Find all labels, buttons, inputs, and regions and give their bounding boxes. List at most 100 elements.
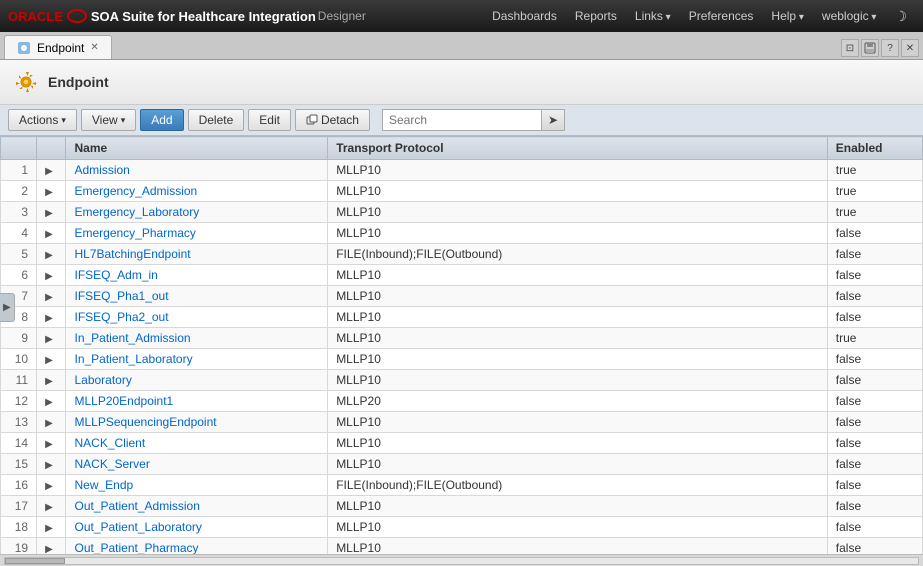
row-expand[interactable]: ▶	[37, 349, 66, 370]
row-expand[interactable]: ▶	[37, 391, 66, 412]
row-expand[interactable]: ▶	[37, 244, 66, 265]
row-name-link[interactable]: MLLP20Endpoint1	[74, 394, 173, 408]
row-name[interactable]: MLLP20Endpoint1	[66, 391, 328, 412]
row-expand[interactable]: ▶	[37, 475, 66, 496]
edit-button[interactable]: Edit	[248, 109, 291, 131]
row-name-link[interactable]: Emergency_Admission	[74, 184, 197, 198]
table-row[interactable]: 12▶MLLP20Endpoint1MLLP20false	[1, 391, 923, 412]
row-name-link[interactable]: Admission	[74, 163, 129, 177]
col-header-name[interactable]: Name	[66, 137, 328, 160]
row-name-link[interactable]: Out_Patient_Pharmacy	[74, 541, 198, 554]
row-expand[interactable]: ▶	[37, 202, 66, 223]
row-name-link[interactable]: NACK_Client	[74, 436, 145, 450]
row-name-link[interactable]: In_Patient_Laboratory	[74, 352, 192, 366]
row-name[interactable]: Emergency_Admission	[66, 181, 328, 202]
detach-button[interactable]: Detach	[295, 109, 370, 131]
table-row[interactable]: 19▶Out_Patient_PharmacyMLLP10false	[1, 538, 923, 555]
row-name[interactable]: New_Endp	[66, 475, 328, 496]
table-row[interactable]: 7▶IFSEQ_Pha1_outMLLP10false	[1, 286, 923, 307]
row-name[interactable]: Laboratory	[66, 370, 328, 391]
row-name[interactable]: NACK_Client	[66, 433, 328, 454]
row-name[interactable]: Emergency_Pharmacy	[66, 223, 328, 244]
row-name-link[interactable]: In_Patient_Admission	[74, 331, 190, 345]
nav-preferences[interactable]: Preferences	[681, 5, 762, 27]
row-name-link[interactable]: Emergency_Pharmacy	[74, 226, 195, 240]
row-expand[interactable]: ▶	[37, 370, 66, 391]
table-row[interactable]: 2▶Emergency_AdmissionMLLP10true	[1, 181, 923, 202]
row-name[interactable]: Out_Patient_Laboratory	[66, 517, 328, 538]
table-row[interactable]: 9▶In_Patient_AdmissionMLLP10true	[1, 328, 923, 349]
table-row[interactable]: 1▶AdmissionMLLP10true	[1, 160, 923, 181]
restore-btn[interactable]: ⊡	[841, 39, 859, 57]
table-row[interactable]: 16▶New_EndpFILE(Inbound);FILE(Outbound)f…	[1, 475, 923, 496]
nav-links[interactable]: Links	[627, 5, 679, 27]
row-name[interactable]: Emergency_Laboratory	[66, 202, 328, 223]
table-wrapper[interactable]: Name Transport Protocol Enabled 1▶Admiss…	[0, 136, 923, 554]
nav-reports[interactable]: Reports	[567, 5, 625, 27]
col-header-transport[interactable]: Transport Protocol	[328, 137, 828, 160]
row-name[interactable]: IFSEQ_Pha1_out	[66, 286, 328, 307]
table-row[interactable]: 5▶HL7BatchingEndpointFILE(Inbound);FILE(…	[1, 244, 923, 265]
row-name-link[interactable]: NACK_Server	[74, 457, 149, 471]
row-expand[interactable]: ▶	[37, 454, 66, 475]
table-row[interactable]: 13▶MLLPSequencingEndpointMLLP10false	[1, 412, 923, 433]
row-expand[interactable]: ▶	[37, 496, 66, 517]
table-row[interactable]: 11▶LaboratoryMLLP10false	[1, 370, 923, 391]
table-row[interactable]: 15▶NACK_ServerMLLP10false	[1, 454, 923, 475]
help-btn[interactable]: ?	[881, 39, 899, 57]
row-name[interactable]: In_Patient_Laboratory	[66, 349, 328, 370]
row-name-link[interactable]: Emergency_Laboratory	[74, 205, 199, 219]
table-row[interactable]: 6▶IFSEQ_Adm_inMLLP10false	[1, 265, 923, 286]
row-name[interactable]: Admission	[66, 160, 328, 181]
row-name-link[interactable]: IFSEQ_Pha1_out	[74, 289, 168, 303]
moon-icon[interactable]: ☽	[886, 4, 915, 29]
table-row[interactable]: 14▶NACK_ClientMLLP10false	[1, 433, 923, 454]
row-expand[interactable]: ▶	[37, 181, 66, 202]
row-name-link[interactable]: Laboratory	[74, 373, 131, 387]
delete-button[interactable]: Delete	[188, 109, 245, 131]
row-name-link[interactable]: IFSEQ_Adm_in	[74, 268, 157, 282]
row-expand[interactable]: ▶	[37, 223, 66, 244]
row-expand[interactable]: ▶	[37, 265, 66, 286]
row-name[interactable]: Out_Patient_Pharmacy	[66, 538, 328, 555]
row-expand[interactable]: ▶	[37, 538, 66, 555]
add-button[interactable]: Add	[140, 109, 183, 131]
row-name-link[interactable]: HL7BatchingEndpoint	[74, 247, 190, 261]
row-expand[interactable]: ▶	[37, 517, 66, 538]
col-header-enabled[interactable]: Enabled	[827, 137, 922, 160]
table-row[interactable]: 8▶IFSEQ_Pha2_outMLLP10false	[1, 307, 923, 328]
table-row[interactable]: 17▶Out_Patient_AdmissionMLLP10false	[1, 496, 923, 517]
search-input[interactable]	[382, 109, 542, 131]
row-expand[interactable]: ▶	[37, 328, 66, 349]
view-button[interactable]: View ▾	[81, 109, 136, 131]
row-expand[interactable]: ▶	[37, 286, 66, 307]
bottom-scrollbar[interactable]	[0, 554, 923, 566]
row-name-link[interactable]: New_Endp	[74, 478, 133, 492]
scroll-track[interactable]	[4, 557, 919, 565]
table-row[interactable]: 18▶Out_Patient_LaboratoryMLLP10false	[1, 517, 923, 538]
save-btn[interactable]	[861, 39, 879, 57]
nav-user[interactable]: weblogic	[814, 5, 885, 27]
table-row[interactable]: 4▶Emergency_PharmacyMLLP10false	[1, 223, 923, 244]
row-name-link[interactable]: IFSEQ_Pha2_out	[74, 310, 168, 324]
row-expand[interactable]: ▶	[37, 412, 66, 433]
nav-help[interactable]: Help	[763, 5, 812, 27]
row-name-link[interactable]: Out_Patient_Laboratory	[74, 520, 201, 534]
table-row[interactable]: 3▶Emergency_LaboratoryMLLP10true	[1, 202, 923, 223]
row-name[interactable]: IFSEQ_Adm_in	[66, 265, 328, 286]
row-name[interactable]: In_Patient_Admission	[66, 328, 328, 349]
row-expand[interactable]: ▶	[37, 307, 66, 328]
row-name[interactable]: HL7BatchingEndpoint	[66, 244, 328, 265]
scroll-thumb[interactable]	[5, 558, 65, 564]
side-expand-arrow[interactable]: ▶	[0, 293, 15, 322]
table-row[interactable]: 10▶In_Patient_LaboratoryMLLP10false	[1, 349, 923, 370]
search-button[interactable]: ➤	[542, 109, 565, 131]
nav-dashboards[interactable]: Dashboards	[484, 5, 565, 27]
row-expand[interactable]: ▶	[37, 160, 66, 181]
row-name[interactable]: Out_Patient_Admission	[66, 496, 328, 517]
tab-close-btn[interactable]: ✕	[90, 42, 98, 53]
endpoint-tab[interactable]: Endpoint ✕	[4, 35, 112, 59]
row-name[interactable]: IFSEQ_Pha2_out	[66, 307, 328, 328]
row-name-link[interactable]: Out_Patient_Admission	[74, 499, 199, 513]
close-btn[interactable]: ✕	[901, 39, 919, 57]
